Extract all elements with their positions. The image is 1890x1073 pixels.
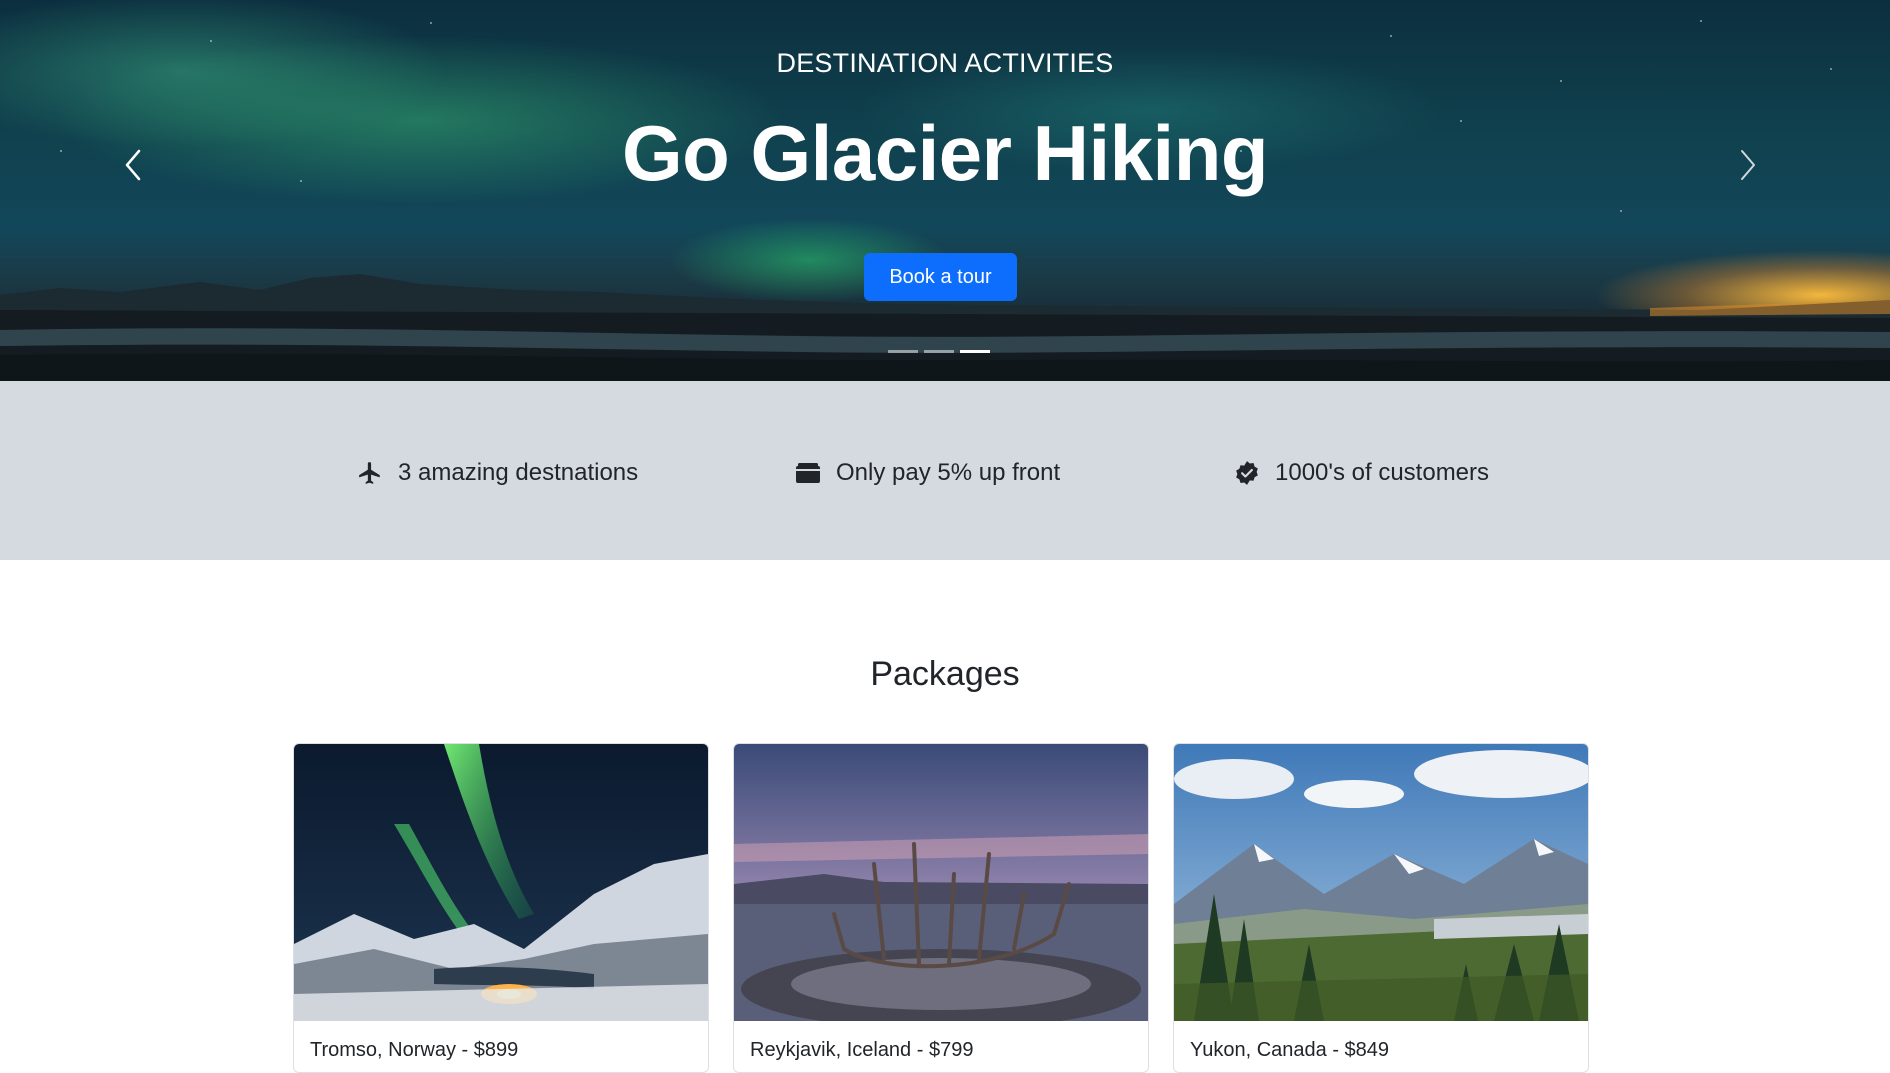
feature-payment: Only pay 5% up front: [794, 455, 1060, 491]
verified-badge-icon: [1233, 459, 1261, 487]
carousel-next-button[interactable]: [1728, 140, 1768, 190]
package-image-reykjavik: [734, 744, 1148, 1021]
hero-carousel: DESTINATION ACTIVITIES Go Glacier Hiking…: [0, 0, 1890, 381]
airplane-icon: [356, 459, 384, 487]
package-caption[interactable]: Tromso, Norway - $899: [310, 1039, 518, 1062]
package-card-yukon[interactable]: Yukon, Canada - $849: [1173, 743, 1589, 1073]
feature-customers: 1000's of customers: [1233, 455, 1489, 491]
package-caption[interactable]: Yukon, Canada - $849: [1190, 1039, 1389, 1062]
carousel-indicators: [888, 350, 990, 354]
package-caption[interactable]: Reykjavik, Iceland - $799: [750, 1039, 973, 1062]
feature-label: 1000's of customers: [1275, 459, 1490, 486]
hero-title: Go Glacier Hiking: [621, 109, 1269, 197]
chevron-left-icon: [125, 149, 141, 181]
package-card-tromso[interactable]: Tromso, Norway - $899: [293, 743, 709, 1073]
carousel-indicator-2[interactable]: [924, 350, 954, 353]
carousel-prev-button[interactable]: [113, 140, 153, 190]
hero-eyebrow: DESTINATION ACTIVITIES: [776, 48, 1114, 78]
chevron-right-icon: [1741, 150, 1755, 180]
package-image-tromso: [294, 744, 708, 1021]
feature-label: 3 amazing destnations: [398, 459, 639, 486]
package-card-reykjavik[interactable]: Reykjavik, Iceland - $799: [733, 743, 1149, 1073]
book-tour-button[interactable]: Book a tour: [864, 253, 1017, 301]
wallet-icon: [794, 459, 822, 487]
feature-destinations: 3 amazing destnations: [356, 455, 638, 491]
packages-heading: Packages: [870, 655, 1020, 693]
carousel-indicator-1[interactable]: [888, 350, 918, 353]
package-image-yukon: [1174, 744, 1588, 1021]
feature-label: Only pay 5% up front: [836, 459, 1061, 486]
carousel-indicator-3[interactable]: [960, 350, 990, 353]
